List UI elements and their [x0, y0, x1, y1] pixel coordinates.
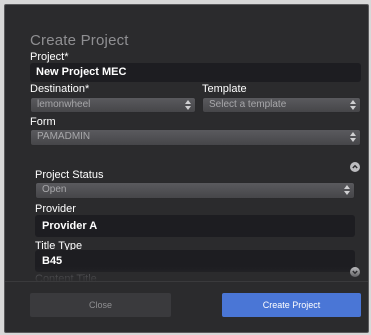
dialog-title: Create Project — [30, 32, 129, 49]
up-down-arrows-icon — [344, 185, 350, 195]
close-button[interactable]: Close — [30, 293, 171, 317]
template-select-placeholder: Select a template — [209, 99, 287, 110]
up-down-arrows-icon — [350, 100, 356, 110]
chevron-up-circle-icon[interactable] — [350, 162, 360, 172]
template-label: Template — [202, 83, 247, 95]
provider-input[interactable]: Provider A — [35, 215, 355, 237]
provider-label: Provider — [35, 203, 76, 215]
project-status-select[interactable]: Open — [35, 182, 355, 199]
footer-divider — [5, 281, 368, 282]
form-select-value: PAMADMIN — [37, 131, 91, 142]
project-status-value: Open — [42, 184, 67, 195]
up-down-arrows-icon — [350, 132, 356, 142]
create-project-dialog: Create Project Project* New Project MEC … — [4, 4, 369, 333]
destination-select[interactable]: lemonwheel — [30, 97, 196, 113]
form-select[interactable]: PAMADMIN — [30, 129, 361, 146]
form-label: Form — [30, 116, 56, 128]
template-select[interactable]: Select a template — [202, 97, 361, 113]
create-project-button[interactable]: Create Project — [222, 293, 361, 317]
destination-label: Destination* — [30, 83, 90, 95]
project-label: Project* — [30, 51, 69, 63]
destination-select-value: lemonwheel — [37, 99, 91, 110]
project-name-input[interactable]: New Project MEC — [30, 63, 361, 82]
project-status-label: Project Status — [35, 169, 104, 181]
up-down-arrows-icon — [185, 100, 191, 110]
